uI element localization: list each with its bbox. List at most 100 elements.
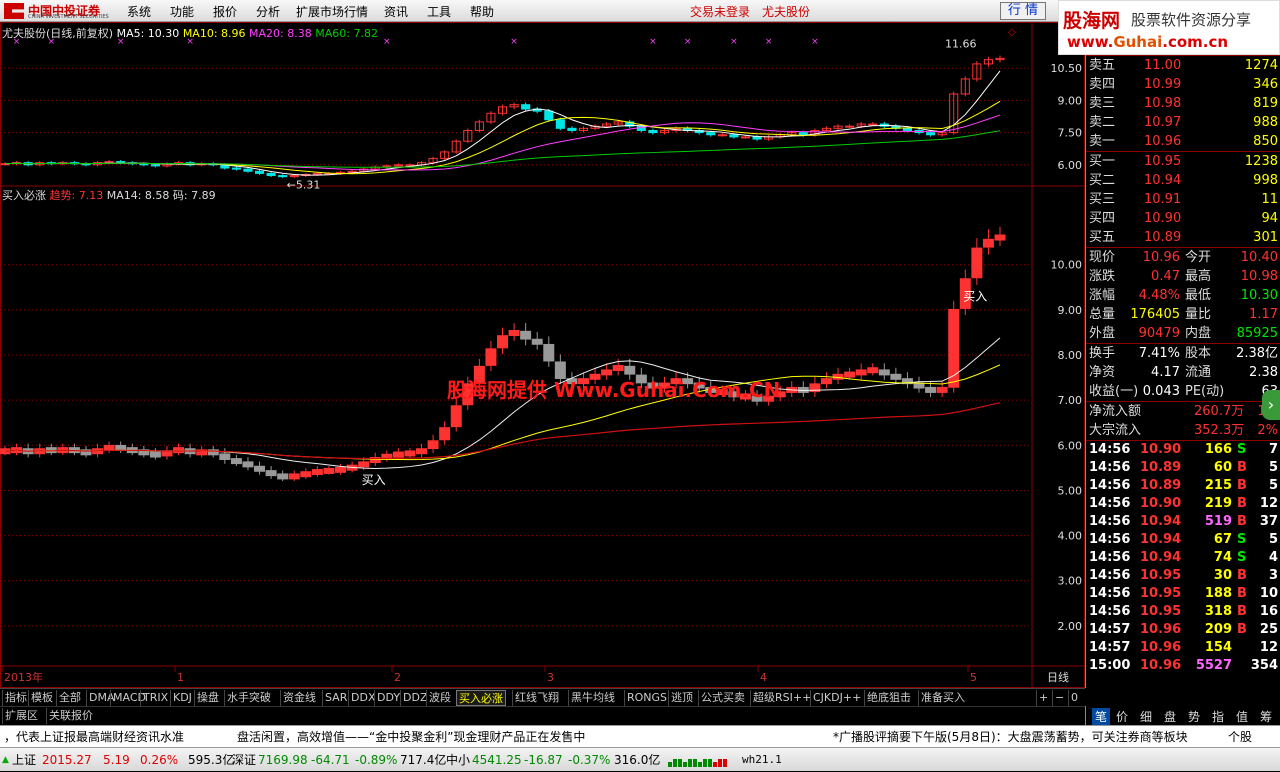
bid-label: 买四 <box>1089 211 1116 226</box>
zx-change: -16.87 <box>524 753 563 767</box>
tick-row[interactable]: 14:56 10.95 188 B 10 <box>1086 585 1280 603</box>
ind-candle <box>300 471 312 478</box>
ticker-left[interactable]: ，代表上证报最高端财经资讯水准 <box>4 726 184 748</box>
menu-ext-market[interactable]: 扩展市场行情 <box>296 3 368 20</box>
right-tab-7[interactable]: 筹 <box>1260 708 1272 725</box>
site-watermark: 股海网 股票软件资源分享 www.Guhai.com.cn <box>1058 0 1280 55</box>
right-tab-5[interactable]: 指 <box>1212 708 1224 725</box>
bid-volume: 94 <box>1261 211 1278 226</box>
menu-system[interactable]: 系统 <box>127 3 151 20</box>
tab-item-8[interactable]: 水手突破 <box>224 690 273 706</box>
menu-quote[interactable]: 报价 <box>213 3 237 20</box>
menu-analysis[interactable]: 分析 <box>256 3 280 20</box>
ticker-far[interactable]: 个股 <box>1228 726 1252 748</box>
tab-item-10[interactable]: SAR <box>322 690 349 706</box>
fund-row: 收益(一)0.043PE(动)63 <box>1086 382 1280 401</box>
trade-login-status[interactable]: 交易未登录 <box>690 3 750 20</box>
remove-tab-button[interactable]: − <box>1052 690 1066 706</box>
price-candle <box>555 119 565 129</box>
tick-direction: B <box>1237 604 1247 619</box>
tick-row[interactable]: 14:56 10.94 519 B 37 <box>1086 513 1280 531</box>
ind-candle <box>311 469 323 476</box>
tab-item-23[interactable]: 绝底狙击 <box>864 690 913 706</box>
menu-help[interactable]: 帮助 <box>470 3 494 20</box>
tick-count: 16 <box>1259 604 1278 619</box>
right-tab-4[interactable]: 势 <box>1188 708 1200 725</box>
price-y-tick: 10.50 <box>1051 62 1083 75</box>
tab-item-9[interactable]: 资金线 <box>280 690 318 706</box>
tab-item-19[interactable]: 逃顶 <box>668 690 695 706</box>
right-tab-2[interactable]: 细 <box>1140 708 1152 725</box>
stat-label2: 内盘 <box>1185 326 1212 341</box>
add-tab-button[interactable]: + <box>1036 690 1050 706</box>
tick-time: 14:56 <box>1089 604 1131 619</box>
tick-row[interactable]: 14:56 10.95 30 B 3 <box>1086 567 1280 585</box>
tab-item-5[interactable]: TRIX <box>140 690 170 706</box>
side-expand-icon[interactable]: › <box>1262 390 1280 420</box>
tick-row[interactable]: 14:56 10.89 215 B 5 <box>1086 477 1280 495</box>
bid-row: 买四 10.90 94 <box>1086 209 1280 228</box>
sh-label: 上证 <box>12 753 37 767</box>
tab-related-quotes[interactable]: 关联报价 <box>46 708 95 724</box>
tab-item-21[interactable]: 超级RSI++ <box>750 690 813 706</box>
tick-row[interactable]: 14:56 10.90 166 S 7 <box>1086 441 1280 459</box>
ticker-mid[interactable]: 盘活闲置，高效增值——“金中投聚金利”现金理财产品正在发售中 <box>237 726 585 748</box>
tab-template[interactable]: 模板 <box>28 690 55 706</box>
tick-price: 10.96 <box>1140 658 1182 673</box>
status-bar: ▲ 上证 2015.27 5.19 0.26% 595.3亿 深证 7169.9… <box>0 747 1280 771</box>
tick-row[interactable]: 14:56 10.90 219 B 12 <box>1086 495 1280 513</box>
tab-item-7[interactable]: 操盘 <box>194 690 221 706</box>
tab-all[interactable]: 全部 <box>56 690 83 706</box>
period-label: 日线 <box>1047 670 1069 684</box>
tick-row[interactable]: 14:56 10.89 60 B 5 <box>1086 459 1280 477</box>
ask-row: 卖一 10.96 850 <box>1086 132 1280 151</box>
right-tab-1[interactable]: 价 <box>1116 708 1128 725</box>
sz-change: -64.71 <box>311 753 350 767</box>
flow-row: 净流入额260.7万1% <box>1086 402 1280 421</box>
tab-item-20[interactable]: 公式买卖 <box>698 690 747 706</box>
tick-row[interactable]: 14:56 10.94 67 S 5 <box>1086 531 1280 549</box>
tab-item-16[interactable]: 红线飞翔 <box>512 690 561 706</box>
tick-price: 10.89 <box>1140 478 1182 493</box>
tab-item-22[interactable]: CJKDJ++ <box>810 690 863 706</box>
kline-chart-area[interactable]: 10.50 9.00 7.50 6.00 10.00 9.00 8.00 7.00 6.00 5.… <box>0 22 1085 688</box>
tab-item-17[interactable]: 黑牛均线 <box>568 690 617 706</box>
price-candle <box>902 127 912 131</box>
tick-price: 10.90 <box>1140 442 1182 457</box>
news-ticker[interactable]: ，代表上证报最高端财经资讯水准 盘活闲置，高效增值——“金中投聚金利”现金理财产… <box>0 725 1280 747</box>
tick-row[interactable]: 15:00 10.96 5527 354 <box>1086 657 1280 675</box>
tab-item-14[interactable]: 波段 <box>426 690 453 706</box>
ticker-right[interactable]: *广播股评摘要下午版(5月8日)：大盘震荡蓄势，可关注券商等板块 <box>833 726 1188 748</box>
tick-time: 14:56 <box>1089 532 1131 547</box>
tick-volume: 188 <box>1204 586 1232 601</box>
ind-candle <box>277 473 289 480</box>
reset-tab-button[interactable]: 0 <box>1068 690 1080 706</box>
ind-candle <box>358 461 370 468</box>
tick-row[interactable]: 14:56 10.94 74 S 4 <box>1086 549 1280 567</box>
tab-item-18[interactable]: RONGS <box>624 690 669 706</box>
tab-extension[interactable]: 扩展区 <box>2 708 40 724</box>
ask-volume: 850 <box>1253 134 1278 149</box>
quote-button[interactable]: 行 情 <box>1000 2 1046 20</box>
price-candle <box>926 132 936 136</box>
right-tab-6[interactable]: 值 <box>1236 708 1248 725</box>
buy-signal-label: 买入 <box>963 289 987 303</box>
menu-tools[interactable]: 工具 <box>427 3 451 20</box>
ind-candle <box>392 451 404 458</box>
menu-news[interactable]: 资讯 <box>384 3 408 20</box>
tab-item-12[interactable]: DDY <box>374 690 402 706</box>
tab-item-15[interactable]: 买入必涨 <box>456 690 506 706</box>
right-tab-0[interactable]: 笔 <box>1092 708 1111 725</box>
tick-row[interactable]: 14:57 10.96 209 B 25 <box>1086 621 1280 639</box>
tab-item-24[interactable]: 准备买入 <box>918 690 967 706</box>
ind-candle <box>335 466 347 473</box>
ind-candle <box>531 338 543 345</box>
tick-row[interactable]: 14:56 10.95 318 B 16 <box>1086 603 1280 621</box>
tab-item-6[interactable]: KDJ <box>170 690 194 706</box>
kline-chart[interactable]: 10.50 9.00 7.50 6.00 10.00 9.00 8.00 7.00 6.00 5.… <box>0 22 1085 688</box>
right-tab-3[interactable]: 盘 <box>1164 708 1176 725</box>
tick-row[interactable]: 14:57 10.96 154 12 <box>1086 639 1280 657</box>
tick-count: 5 <box>1268 532 1278 547</box>
menu-function[interactable]: 功能 <box>170 3 194 20</box>
tab-indicator[interactable]: 指标 <box>2 690 29 706</box>
